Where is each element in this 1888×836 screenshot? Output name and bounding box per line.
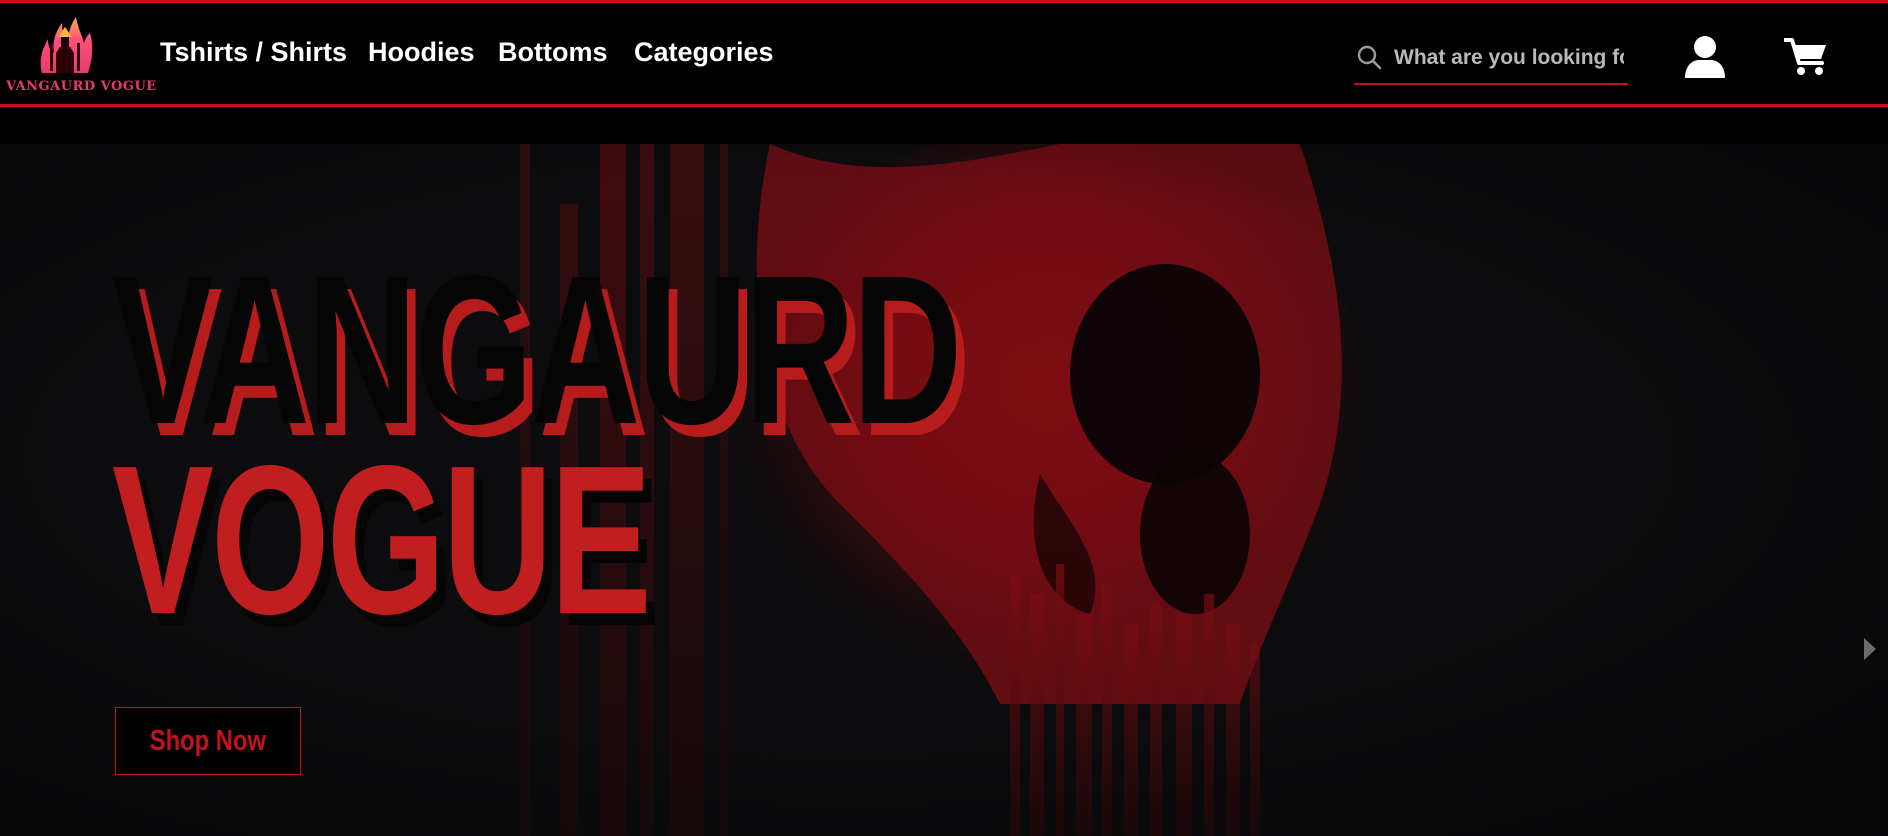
nav-item-hoodies[interactable]: Hoodies	[368, 37, 475, 67]
nav-item-tshirts-shirts-wrap: Tshirts / Shirts	[160, 37, 368, 68]
nav-item-categories[interactable]: Categories	[634, 37, 774, 67]
header-subbar	[0, 107, 1888, 144]
nav-item-bottoms[interactable]: Bottoms	[498, 37, 608, 67]
site-header: vangaurd vogue Tshirts / Shirts Hoodies …	[0, 3, 1888, 105]
chevron-right-icon[interactable]	[1862, 636, 1878, 662]
nav-item-tshirts-shirts[interactable]: Tshirts / Shirts	[160, 37, 347, 67]
shop-now-button[interactable]: Shop Now	[115, 707, 301, 775]
main-nav: Tshirts / Shirts Hoodies Bottoms Categor…	[160, 37, 774, 68]
hero-title-line2: VOGUE	[112, 421, 652, 658]
nav-item-bottoms-wrap: Bottoms	[498, 37, 634, 68]
flame-knight-logo-icon	[40, 17, 93, 73]
brand-logo[interactable]: vangaurd vogue	[6, 13, 157, 97]
cart-icon[interactable]	[1784, 37, 1828, 77]
user-icon[interactable]	[1684, 35, 1726, 79]
hero-banner: VANGAURD VOGUE Shop Now	[0, 144, 1888, 836]
nav-item-hoodies-wrap: Hoodies	[368, 37, 498, 68]
search-icon[interactable]	[1356, 44, 1382, 70]
shop-now-label: Shop Now	[149, 724, 267, 757]
nav-item-categories-wrap: Categories	[634, 37, 774, 68]
search-input[interactable]	[1394, 41, 1624, 75]
brand-logo-text: vangaurd vogue	[6, 79, 157, 94]
search-bar	[1354, 39, 1628, 85]
